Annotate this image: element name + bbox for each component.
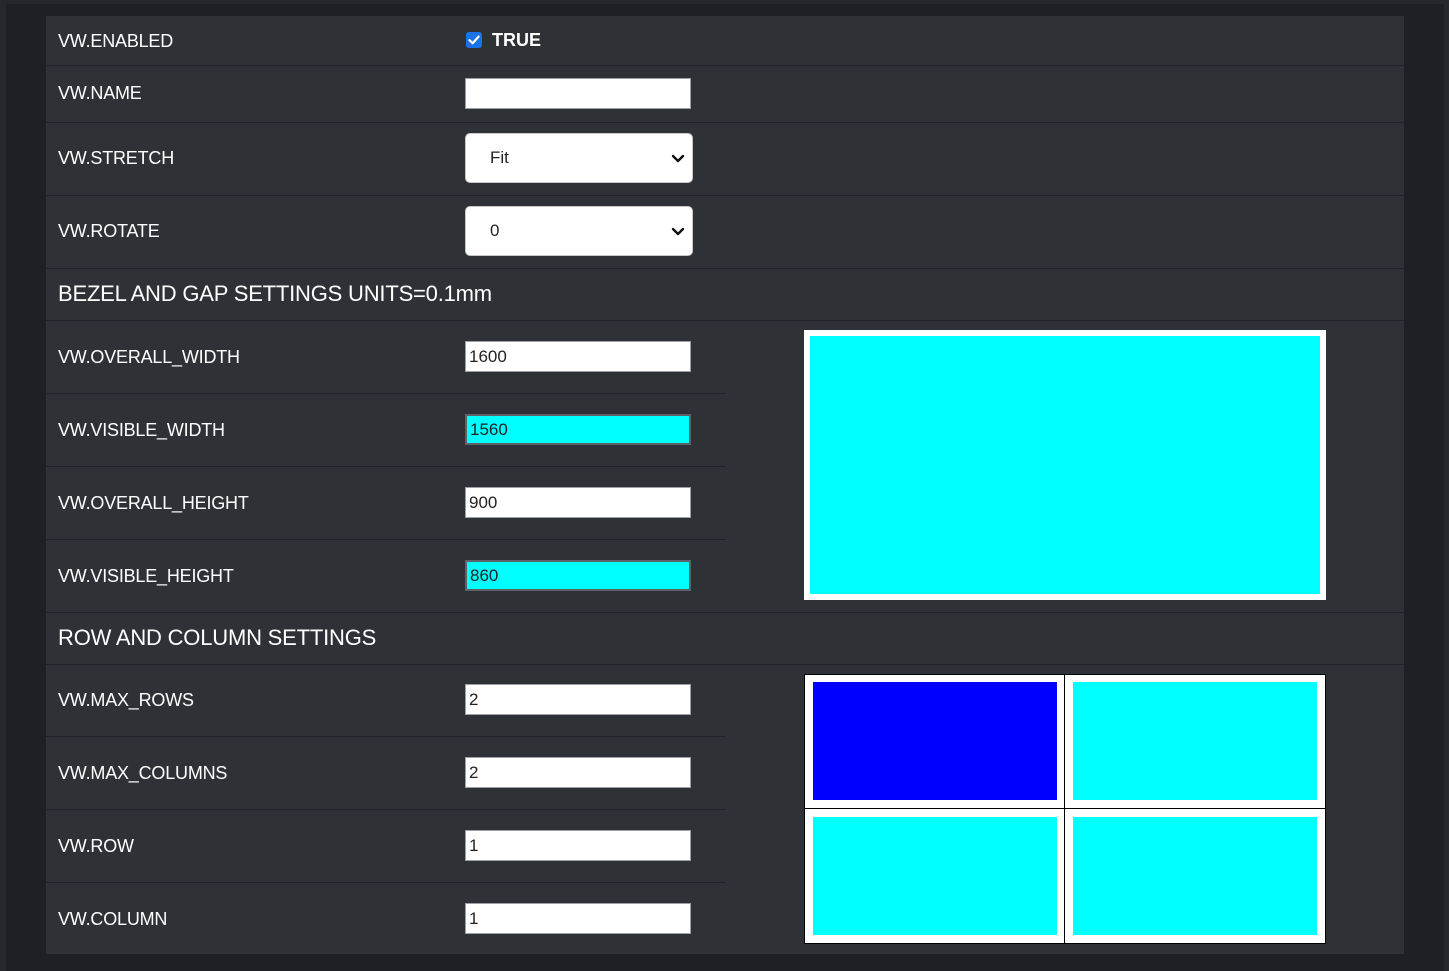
grid-tile-r1-c1[interactable]: [813, 682, 1057, 800]
rowcol-section-header: ROW AND COLUMN SETTINGS: [46, 612, 1404, 665]
visible-height-input[interactable]: [465, 560, 691, 591]
videowall-settings-panel: VW.ENABLED TRUE VW.NAME VW.STRETCH Fit V…: [46, 16, 1404, 954]
visible-height-label: VW.VISIBLE_HEIGHT: [58, 566, 234, 586]
enabled-label: VW.ENABLED: [58, 31, 174, 51]
visible-area-preview: [810, 336, 1320, 594]
max-columns-input[interactable]: [465, 757, 691, 788]
bezel-preview: [804, 330, 1326, 600]
enabled-row: VW.ENABLED TRUE: [46, 16, 1404, 66]
column-index-label: VW.COLUMN: [58, 909, 168, 929]
checkmark-icon: [468, 35, 480, 45]
grid-divider-vertical: [1064, 675, 1065, 943]
chevron-down-icon: [671, 154, 685, 163]
max-rows-row: VW.MAX_ROWS: [46, 664, 726, 737]
visible-width-input[interactable]: [465, 414, 691, 445]
grid-tile-r2-c2[interactable]: [1073, 817, 1317, 935]
row-index-label: VW.ROW: [58, 836, 134, 856]
max-columns-row: VW.MAX_COLUMNS: [46, 737, 726, 810]
overall-height-input[interactable]: [465, 487, 691, 518]
name-label: VW.NAME: [58, 83, 142, 103]
stretch-select[interactable]: Fit: [465, 133, 693, 183]
stretch-label: VW.STRETCH: [58, 148, 175, 168]
visible-height-row: VW.VISIBLE_HEIGHT: [46, 540, 726, 612]
rotate-selected-value: 0: [490, 221, 500, 240]
stretch-row: VW.STRETCH Fit: [46, 123, 1404, 196]
visible-width-label: VW.VISIBLE_WIDTH: [58, 420, 225, 440]
enabled-checkbox[interactable]: [466, 32, 482, 48]
row-index-input[interactable]: [465, 830, 691, 861]
rotate-row: VW.ROTATE 0: [46, 196, 1404, 269]
name-row: VW.NAME: [46, 66, 1404, 123]
bezel-section-title: BEZEL AND GAP SETTINGS UNITS=0.1mm: [58, 281, 492, 306]
chevron-down-icon: [671, 227, 685, 236]
column-index-row: VW.COLUMN: [46, 883, 726, 954]
overall-height-label: VW.OVERALL_HEIGHT: [58, 493, 249, 513]
rotate-select[interactable]: 0: [465, 206, 693, 256]
max-columns-label: VW.MAX_COLUMNS: [58, 763, 228, 783]
overall-width-row: VW.OVERALL_WIDTH: [46, 321, 726, 394]
rotate-label: VW.ROTATE: [58, 221, 160, 241]
rowcol-section-title: ROW AND COLUMN SETTINGS: [58, 625, 377, 650]
stretch-selected-value: Fit: [490, 148, 509, 167]
grid-tile-r2-c1[interactable]: [813, 817, 1057, 935]
grid-divider-horizontal: [805, 808, 1325, 809]
enabled-value-label: TRUE: [492, 30, 541, 50]
grid-preview: [804, 674, 1326, 944]
overall-width-input[interactable]: [465, 341, 691, 372]
row-index-row: VW.ROW: [46, 810, 726, 883]
visible-width-row: VW.VISIBLE_WIDTH: [46, 394, 726, 467]
overall-width-label: VW.OVERALL_WIDTH: [58, 347, 240, 367]
name-input[interactable]: [465, 78, 691, 109]
max-rows-label: VW.MAX_ROWS: [58, 690, 194, 710]
max-rows-input[interactable]: [465, 684, 691, 715]
bezel-section-header: BEZEL AND GAP SETTINGS UNITS=0.1mm: [46, 269, 1404, 321]
grid-tile-r1-c2[interactable]: [1073, 682, 1317, 800]
overall-height-row: VW.OVERALL_HEIGHT: [46, 467, 726, 540]
column-index-input[interactable]: [465, 903, 691, 934]
